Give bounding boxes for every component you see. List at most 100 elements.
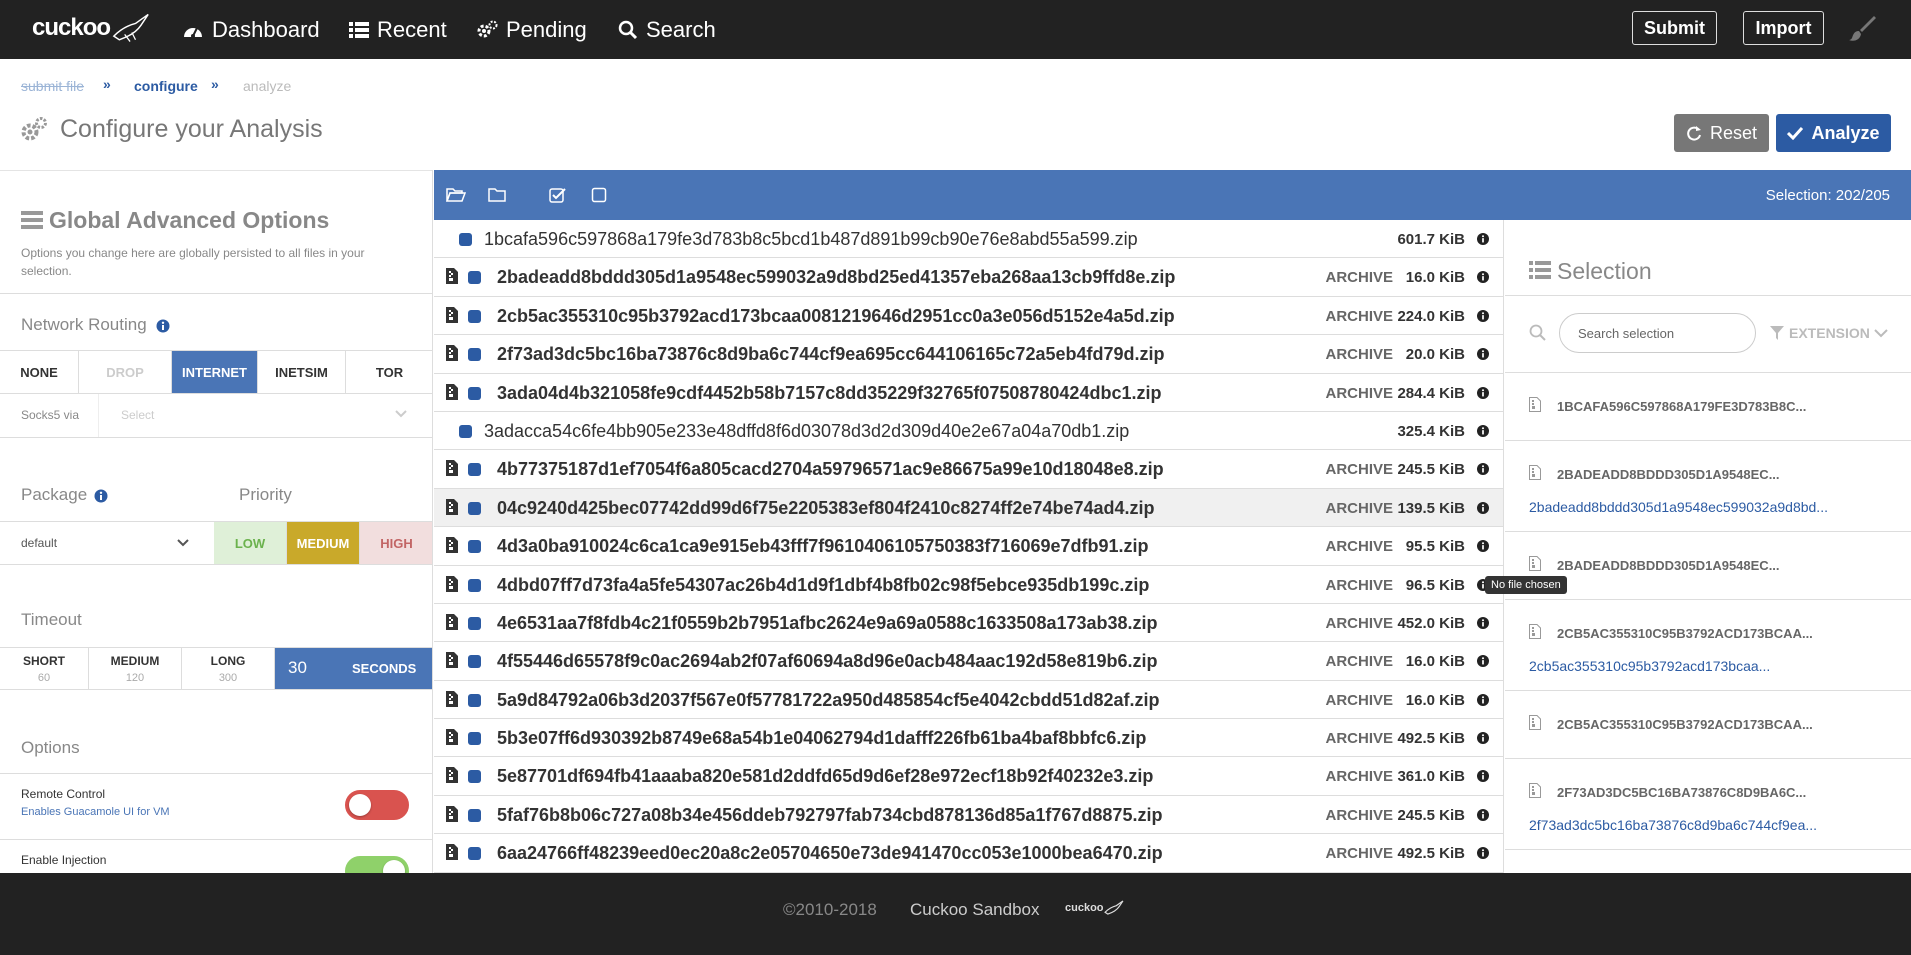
file-checkbox[interactable] [468,693,481,707]
file-checkbox[interactable] [468,655,481,669]
file-checkbox[interactable] [468,578,481,592]
info-icon[interactable] [1477,271,1489,284]
routing-none-button[interactable]: NONE [0,351,79,393]
file-row[interactable]: 5a9d84792a06b3d2037f567e0f57781722a950d4… [434,681,1503,720]
folder-icon[interactable] [488,187,506,203]
nav-dashboard[interactable]: Dashboard [182,0,320,59]
info-icon[interactable] [1477,501,1489,514]
info-icon[interactable] [1477,770,1489,783]
priority-low-button[interactable]: LOW [214,522,287,564]
file-row[interactable]: 2cb5ac355310c95b3792acd173bcaa0081219646… [434,297,1503,336]
file-checkbox[interactable] [459,233,472,246]
selection-item[interactable]: 1BCAFA596C597868A179FE3D783B8C... [1505,373,1911,441]
selection-item[interactable]: 2CB5AC355310C95B3792ACD173BCAA... 2cb5ac3… [1505,600,1911,691]
timeout-long-button[interactable]: LONG 300 [182,648,275,689]
cuckoo-logo[interactable]: cuckoo [32,8,150,48]
info-icon[interactable] [1477,616,1489,629]
file-row[interactable]: 4dbd07ff7d73fa4a5fe54307ac26b4d1d9f1dbf4… [434,566,1503,604]
routing-inetsim-button[interactable]: INETSIM [258,351,346,393]
file-checkbox[interactable] [468,770,481,784]
timeout-medium-button[interactable]: MEDIUM 120 [89,648,182,689]
timeout-custom-input[interactable]: 30 SECONDS [275,648,432,689]
file-row[interactable]: 3ada04d4b321058fe9cdf4452b58b7157c8dd352… [434,374,1503,412]
footer-logo[interactable]: cuckoo [1065,900,1124,916]
routing-drop-button[interactable]: DROP [79,351,172,393]
info-icon[interactable] [1477,386,1489,399]
info-icon[interactable] [94,489,108,503]
chevron-down-icon [177,539,189,547]
bird-icon [112,13,149,42]
file-checkbox[interactable] [468,616,481,630]
file-type: ARCHIVE [1325,538,1393,556]
file-checkbox[interactable] [468,348,481,362]
selection-item-link[interactable]: 2cb5ac355310c95b3792acd173bcaa... [1529,658,1770,674]
remote-control-toggle[interactable] [345,790,409,820]
socks5-select[interactable]: Select [98,394,432,437]
info-icon[interactable] [156,319,170,333]
info-icon[interactable] [1477,732,1489,745]
selection-item-link[interactable]: 2badeadd8bddd305d1a9548ec599032a9d8bd... [1529,499,1828,515]
analyze-button[interactable]: Analyze [1776,114,1891,152]
nav-pending[interactable]: Pending [476,0,587,59]
file-row[interactable]: 4b77375187d1ef7054f6a805cacd2704a5979657… [434,450,1503,489]
file-row[interactable]: 4d3a0ba910024c6ca1ca9e915eb43fff7f961040… [434,527,1503,566]
selection-item[interactable]: 2BADEADD8BDDD305D1A9548EC... 2badeadd8bdd… [1505,441,1911,532]
file-row[interactable]: 5b3e07ff6d930392b8749e68a54b1e04062794d1… [434,719,1503,758]
folder-open-icon[interactable] [446,187,466,203]
priority-medium-button[interactable]: MEDIUM [287,522,360,564]
breadcrumb-submit-file[interactable]: submit file [21,78,84,94]
routing-tor-button[interactable]: TOR [346,351,432,393]
package-select[interactable]: default [0,521,214,565]
file-row[interactable]: 5e87701df694fb41aaaba820e581d2ddfd65d9d6… [434,757,1503,796]
submit-button[interactable]: Submit [1632,11,1717,45]
info-icon[interactable] [1477,808,1489,821]
check-icon [1787,126,1804,140]
file-checkbox[interactable] [468,271,481,285]
timeout-custom-value: 30 [288,658,307,677]
check-square-icon[interactable] [549,187,567,203]
extension-filter[interactable]: EXTENSION [1769,320,1888,346]
file-name: 4e6531aa7f8fdb4c21f0559b2b7951afbc2624e9… [497,612,1158,633]
file-row[interactable]: 4f55446d65578f9c0ac2694ab2f07af60694a8d9… [434,642,1503,681]
file-checkbox[interactable] [468,540,481,554]
file-checkbox[interactable] [468,847,481,861]
info-icon[interactable] [1477,655,1489,668]
file-checkbox[interactable] [468,501,481,515]
routing-internet-button[interactable]: INTERNET [172,351,258,393]
info-icon[interactable] [1477,348,1489,361]
file-row[interactable]: 1bcafa596c597868a179fe3d783b8c5bcd1b487d… [434,220,1503,259]
file-checkbox[interactable] [468,463,481,477]
search-selection-input[interactable]: Search selection [1559,313,1756,353]
file-row[interactable]: 3adacca54c6fe4bb905e233e48dffd8f6d03078d… [434,412,1503,451]
info-icon[interactable] [1477,463,1489,476]
file-row[interactable]: 5faf76b8b06c727a08b34e456ddeb792797fab73… [434,796,1503,835]
selection-item[interactable]: 2F73AD3DC5BC16BA73876C8D9BA6C... 2f73ad3d… [1505,759,1911,850]
square-icon[interactable] [591,187,607,203]
info-icon[interactable] [1477,424,1489,437]
reset-button[interactable]: Reset [1674,114,1769,152]
file-row[interactable]: 04c9240d425bec07742dd99d6f75e2205383ef80… [434,488,1503,528]
selection-item[interactable]: 2CB5AC355310C95B3792ACD173BCAA... [1505,691,1911,759]
file-checkbox[interactable] [468,732,481,746]
import-button[interactable]: Import [1743,11,1824,45]
enable-injection-toggle[interactable] [345,856,409,873]
info-icon[interactable] [1477,233,1489,245]
file-row[interactable]: 2f73ad3dc5bc16ba73876c8d9ba6c744cf9ea695… [434,335,1503,374]
info-icon[interactable] [1477,309,1489,322]
file-checkbox[interactable] [459,424,472,438]
info-icon[interactable] [1477,540,1489,553]
info-icon[interactable] [1477,693,1489,706]
nav-recent[interactable]: Recent [349,0,447,59]
paintbrush-icon[interactable] [1848,14,1876,42]
file-checkbox[interactable] [468,309,481,323]
file-checkbox[interactable] [468,386,481,400]
timeout-short-button[interactable]: SHORT 60 [0,648,89,689]
file-row[interactable]: 6aa24766ff48239eed0ec20a8c2e05704650e73d… [434,834,1503,873]
file-row[interactable]: 2badeadd8bddd305d1a9548ec599032a9d8bd25e… [434,258,1503,297]
file-row[interactable]: 4e6531aa7f8fdb4c21f0559b2b7951afbc2624e9… [434,604,1503,643]
selection-item-link[interactable]: 2f73ad3dc5bc16ba73876c8d9ba6c744cf9ea... [1529,817,1817,833]
file-checkbox[interactable] [468,808,481,822]
priority-high-button[interactable]: HIGH [360,522,432,564]
nav-search[interactable]: Search [618,0,716,59]
info-icon[interactable] [1477,847,1489,860]
